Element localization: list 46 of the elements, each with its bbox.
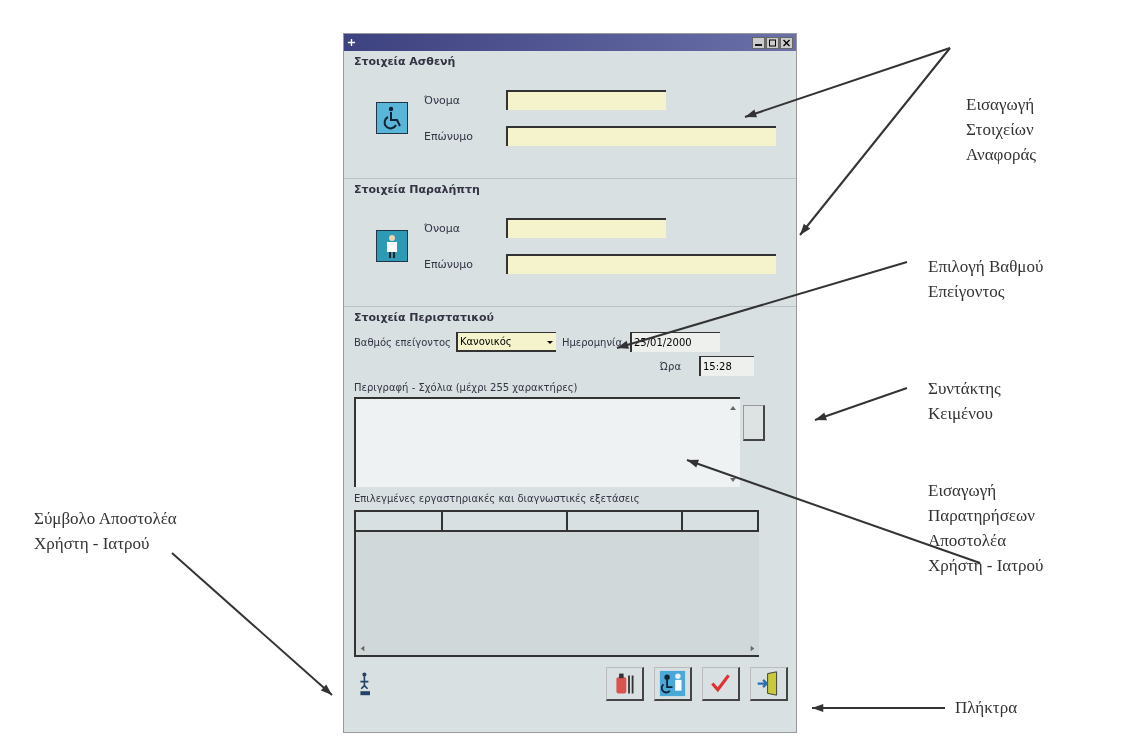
annotation-label: Επιλογή Βαθμού Επείγοντος bbox=[928, 256, 1044, 303]
section-title: Στοιχεία Παραλήπτη bbox=[354, 183, 481, 196]
field-label: Επιλεγμένες εργαστηριακές και διαγνωστικές εξετάσεις bbox=[354, 493, 641, 504]
column-header[interactable] bbox=[356, 512, 443, 530]
field-label: Όνομα bbox=[424, 221, 462, 235]
annotation-label: Πλήκτρα bbox=[955, 697, 1018, 719]
annotation-label: Εισαγωγή Παρατηρήσεων Αποστολέα Χρήστη - Ιατρού bbox=[928, 480, 1044, 577]
annotation-label: Συντάκτης Κειμένου bbox=[928, 378, 1001, 425]
text-field[interactable] bbox=[506, 126, 776, 146]
minimize-button[interactable] bbox=[752, 36, 765, 49]
annotation-label: Σύμβολο Αποστολέα Χρήστη - Ιατρού bbox=[34, 508, 177, 555]
field-label: Όνομα bbox=[424, 93, 462, 107]
bottle-button[interactable] bbox=[606, 667, 644, 701]
field-label: Περιγραφή - Σχόλια (μέχρι 255 χαρακτήρες) bbox=[354, 382, 579, 393]
side-button[interactable] bbox=[743, 405, 765, 441]
patient-doctor-button[interactable] bbox=[654, 667, 692, 701]
tests-table[interactable] bbox=[354, 510, 759, 657]
field-label: Βαθμός επείγοντος bbox=[354, 336, 451, 348]
text-field[interactable] bbox=[506, 90, 666, 110]
exit-button[interactable] bbox=[750, 667, 788, 701]
scroll-left-icon bbox=[358, 644, 367, 653]
section-title: Στοιχεία Περιστατικού bbox=[354, 311, 495, 324]
minimize-icon bbox=[755, 43, 762, 46]
section-title: Στοιχεία Ασθενή bbox=[354, 55, 457, 68]
wheelchair-icon bbox=[376, 102, 408, 134]
text-field[interactable] bbox=[506, 218, 666, 238]
plus-icon bbox=[347, 38, 356, 47]
time-field[interactable]: 15:28 bbox=[699, 356, 754, 376]
annotation-label: Εισαγωγή Στοιχείων Αναφοράς bbox=[966, 94, 1037, 166]
field-label: Ημερομηνία bbox=[561, 336, 622, 348]
doctor-icon bbox=[376, 230, 408, 262]
column-header[interactable] bbox=[683, 512, 759, 530]
text-field[interactable] bbox=[506, 254, 776, 274]
field-label: Ώρα bbox=[659, 360, 681, 372]
maximize-button[interactable] bbox=[766, 36, 779, 49]
scroll-right-icon bbox=[748, 644, 757, 653]
close-button[interactable] bbox=[780, 36, 793, 49]
check-button[interactable] bbox=[702, 667, 740, 701]
field-label: Επώνυμο bbox=[424, 129, 475, 143]
urgency-dropdown[interactable]: Κανονικός bbox=[455, 332, 556, 352]
field-label: Επώνυμο bbox=[424, 257, 475, 271]
close-icon bbox=[781, 37, 792, 48]
date-field[interactable]: 25/01/2000 bbox=[629, 332, 720, 352]
description-field[interactable] bbox=[354, 397, 740, 487]
maximize-icon bbox=[767, 37, 778, 48]
patient-doctor-icon bbox=[657, 670, 688, 697]
